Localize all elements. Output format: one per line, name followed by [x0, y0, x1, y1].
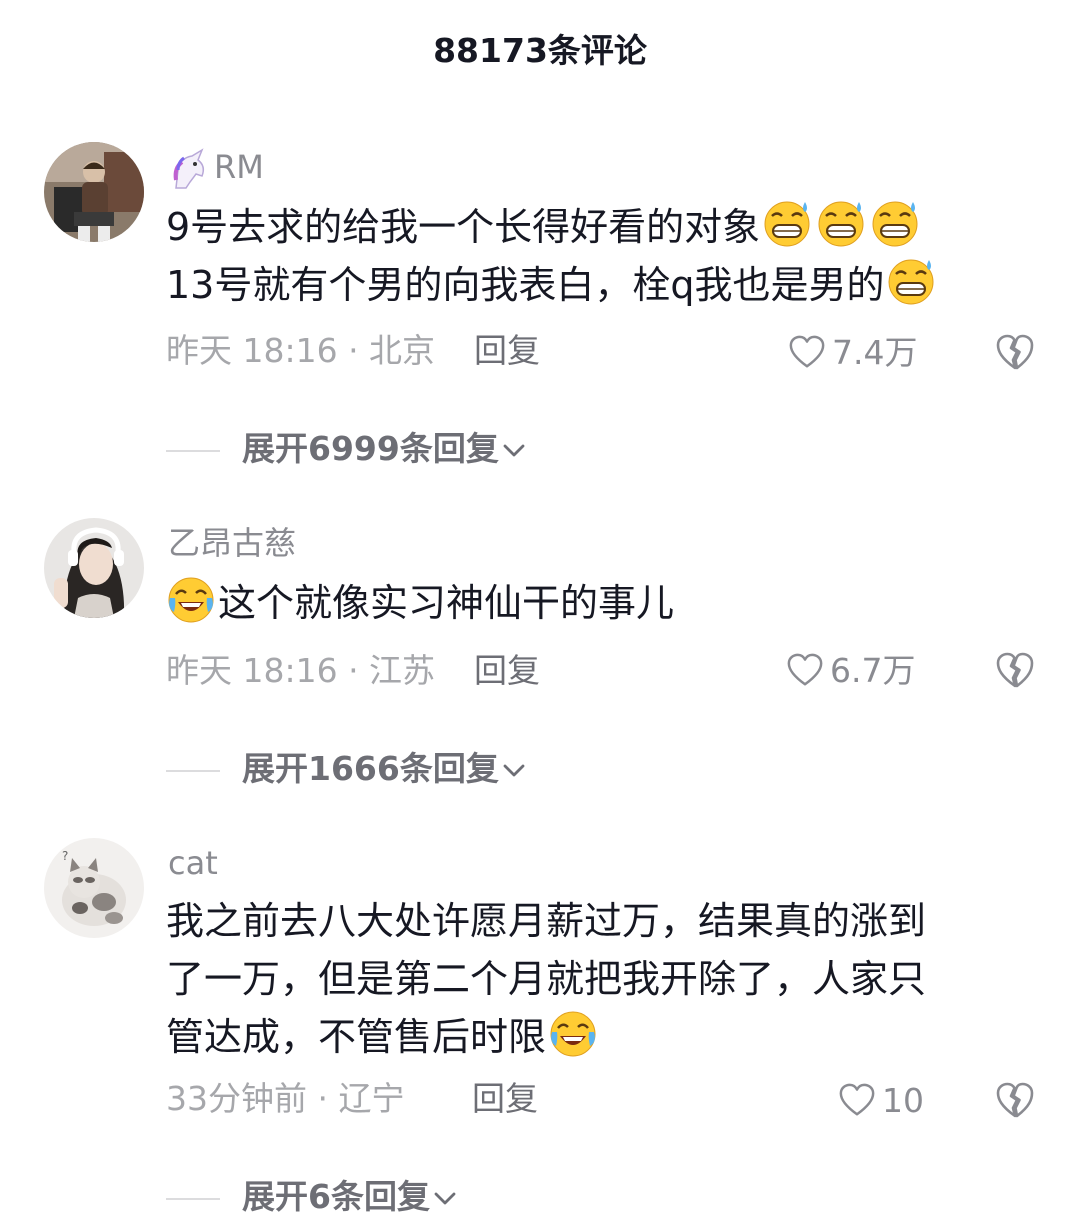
- like-button[interactable]: 6.7万: [786, 646, 915, 696]
- grinning-sweat-emoji-icon: [762, 198, 812, 248]
- expand-replies-label: 展开1666条回复: [242, 749, 499, 788]
- avatar[interactable]: ?: [44, 838, 144, 938]
- heart-outline-icon: [788, 334, 826, 372]
- grinning-sweat-emoji-icon: [870, 198, 920, 248]
- expand-replies-label: 展开6999条回复: [242, 429, 499, 468]
- heart-outline-icon: [786, 652, 824, 690]
- expand-replies-button[interactable]: 展开6999条回复: [166, 424, 527, 474]
- like-count: 6.7万: [830, 651, 916, 690]
- divider-line: [166, 1197, 220, 1200]
- broken-heart-icon[interactable]: [994, 332, 1036, 374]
- comment-line: 了一万，但是第二个月就把我开除了，人家只: [166, 957, 927, 1001]
- chevron-down-icon: [501, 438, 527, 464]
- like-button[interactable]: 10: [838, 1076, 924, 1126]
- avatar[interactable]: [44, 518, 144, 618]
- username[interactable]: RM: [168, 142, 264, 192]
- laughing-crying-emoji-icon: [166, 574, 216, 624]
- divider-line: [166, 449, 220, 452]
- comment-meta: 昨天 18:16 · 北京: [166, 331, 436, 370]
- reply-button[interactable]: 回复: [472, 1074, 538, 1124]
- comment-line: 管达成，不管售后时限: [166, 1015, 547, 1059]
- reply-button[interactable]: 回复: [474, 646, 540, 696]
- broken-heart-icon[interactable]: [994, 1080, 1036, 1122]
- username-label: RM: [214, 148, 264, 186]
- username[interactable]: cat: [168, 838, 218, 888]
- expand-replies-button[interactable]: 展开6条回复: [166, 1172, 458, 1222]
- divider-line: [166, 769, 220, 772]
- expand-replies-label: 展开6条回复: [242, 1177, 430, 1216]
- comment-text: 9号去求的给我一个长得好看的对象 13号就有个男的向我表白，栓q我也是男的: [166, 198, 1026, 314]
- like-count: 10: [882, 1081, 924, 1120]
- chevron-down-icon: [501, 758, 527, 784]
- laughing-crying-emoji-icon: [548, 1008, 598, 1058]
- unicorn-icon: [173, 148, 205, 189]
- expand-replies-button[interactable]: 展开1666条回复: [166, 744, 527, 794]
- svg-text:?: ?: [62, 849, 68, 863]
- comment-line: 我之前去八大处许愿月薪过万，结果真的涨到: [166, 899, 927, 943]
- avatar[interactable]: [44, 142, 144, 242]
- like-count: 7.4万: [832, 333, 918, 372]
- comment-line: 9号去求的给我一个长得好看的对象: [166, 205, 761, 249]
- comment-line: 这个就像实习神仙干的事儿: [218, 581, 675, 625]
- comment-meta: 昨天 18:16 · 江苏: [166, 651, 436, 690]
- comment-meta: 33分钟前 · 辽宁: [166, 1079, 405, 1118]
- comment-text: 这个就像实习神仙干的事儿: [166, 574, 1026, 632]
- reply-button[interactable]: 回复: [474, 326, 540, 376]
- comment-line: 13号就有个男的向我表白，栓q我也是男的: [166, 263, 885, 307]
- grinning-sweat-emoji-icon: [816, 198, 866, 248]
- comment-text: 我之前去八大处许愿月薪过万，结果真的涨到 了一万，但是第二个月就把我开除了，人家…: [166, 892, 1026, 1066]
- like-button[interactable]: 7.4万: [788, 328, 917, 378]
- grinning-sweat-emoji-icon: [886, 256, 936, 306]
- comments-count-title: 88173条评论: [433, 31, 647, 70]
- chevron-down-icon: [432, 1186, 458, 1212]
- username[interactable]: 乙昂古慈: [168, 518, 296, 568]
- heart-outline-icon: [838, 1082, 876, 1120]
- broken-heart-icon[interactable]: [994, 650, 1036, 692]
